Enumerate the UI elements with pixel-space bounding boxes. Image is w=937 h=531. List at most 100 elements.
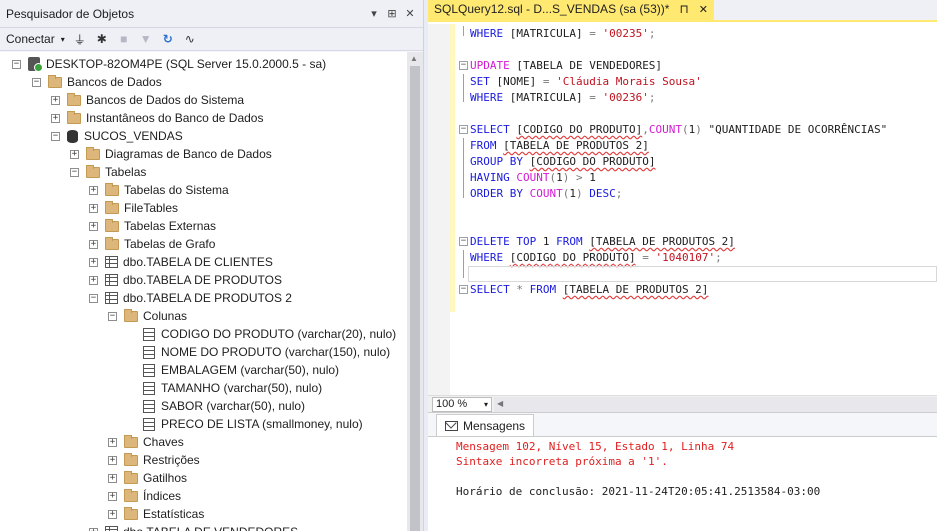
expand-icon[interactable]: + xyxy=(89,239,98,249)
expand-icon[interactable]: + xyxy=(70,149,79,159)
expand-icon[interactable]: + xyxy=(108,437,117,447)
tree-node[interactable]: SABOR (varchar(50), nulo) xyxy=(127,397,305,415)
tree-node[interactable]: + Índices xyxy=(108,487,181,505)
tree-node[interactable]: + dbo.TABELA DE CLIENTES xyxy=(89,253,273,271)
collapse-icon[interactable]: − xyxy=(32,77,41,87)
chevron-down-icon: ▾ xyxy=(60,34,65,44)
code-editor-area[interactable]: WHERE [MATRICULA] = '00235'; UPDATE [TABE… xyxy=(428,24,937,395)
pin-tab-icon[interactable]: ⊓ xyxy=(679,2,688,16)
expand-icon[interactable]: + xyxy=(108,455,117,465)
tree-node[interactable]: − Colunas xyxy=(108,307,187,325)
code-line: WHERE [MATRICULA] = '00235'; xyxy=(470,26,655,42)
editor-horizontal-scrollbar[interactable]: ◀ xyxy=(494,396,937,412)
scrollbar-thumb[interactable] xyxy=(410,66,420,531)
tree-node-label: SABOR (varchar(50), nulo) xyxy=(161,399,306,413)
collapse-icon[interactable]: − xyxy=(70,167,79,177)
code-token: 1 xyxy=(542,235,557,248)
collapse-icon[interactable]: − xyxy=(89,293,98,303)
code-token: DELETE xyxy=(470,235,517,248)
tree-node[interactable]: + Tabelas do Sistema xyxy=(89,181,229,199)
connect-plug-icon[interactable]: ⏚ xyxy=(73,32,87,47)
connect-button[interactable]: Conectar ▾ xyxy=(6,32,65,46)
tree-node[interactable]: + FileTables xyxy=(89,199,178,217)
tree-node-label: dbo.TABELA DE VENDEDORES xyxy=(123,525,298,531)
code-token: GROUP BY xyxy=(470,155,530,168)
scroll-left-arrow-icon[interactable]: ◀ xyxy=(497,399,503,408)
code-token: '00235' xyxy=(602,27,649,40)
tree-node[interactable]: + Diagramas de Banco de Dados xyxy=(70,145,272,163)
collapse-block-icon[interactable]: − xyxy=(459,285,468,294)
tree-node[interactable]: − DESKTOP-82OM4PE (SQL Server 15.0.2000.5… xyxy=(12,55,326,73)
activity-monitor-icon[interactable]: ∿ xyxy=(183,32,197,46)
folder-icon xyxy=(105,236,119,250)
expand-icon[interactable]: + xyxy=(89,203,98,213)
expand-icon[interactable]: + xyxy=(89,257,98,267)
close-tab-icon[interactable]: ✕ xyxy=(699,3,708,16)
expand-icon[interactable]: + xyxy=(51,95,60,105)
code-token: TOP xyxy=(516,235,543,248)
tree-node[interactable]: NOME DO PRODUTO (varchar(150), nulo) xyxy=(127,343,390,361)
code-token: UPDATE xyxy=(470,59,517,72)
tree-node[interactable]: EMBALAGEM (varchar(50), nulo) xyxy=(127,361,339,379)
tree-node[interactable]: + dbo.TABELA DE PRODUTOS xyxy=(89,271,282,289)
tree-node[interactable]: + Bancos de Dados do Sistema xyxy=(51,91,244,109)
tree-node[interactable]: + Instantâneos do Banco de Dados xyxy=(51,109,263,127)
expand-icon[interactable]: + xyxy=(89,185,98,195)
tree-node[interactable]: CODIGO DO PRODUTO (varchar(20), nulo) xyxy=(127,325,396,343)
zoom-dropdown[interactable]: 100 % ▾ xyxy=(432,396,492,412)
tree-node-label: Tabelas do Sistema xyxy=(124,183,229,197)
table-icon xyxy=(105,292,118,304)
scroll-up-arrow-icon[interactable]: ▲ xyxy=(410,54,418,63)
tree-node[interactable]: + Estatísticas xyxy=(108,505,204,523)
tree-node[interactable]: + Tabelas de Grafo xyxy=(89,235,215,253)
collapse-block-icon[interactable]: − xyxy=(459,61,468,70)
expand-icon[interactable]: + xyxy=(89,527,98,531)
tree-node[interactable]: + Restrições xyxy=(108,451,200,469)
collapse-icon[interactable]: − xyxy=(51,131,60,141)
code-token: SELECT xyxy=(470,283,517,296)
filter-icon[interactable]: ▼ xyxy=(139,32,153,46)
code-line: ORDER BY COUNT(1) DESC; xyxy=(470,186,622,202)
expand-icon[interactable]: + xyxy=(108,509,117,519)
expand-icon[interactable]: + xyxy=(51,113,60,123)
tree-node[interactable]: TAMANHO (varchar(50), nulo) xyxy=(127,379,322,397)
collapse-block-icon[interactable]: − xyxy=(459,237,468,246)
collapse-icon[interactable]: − xyxy=(108,311,117,321)
tab-sqlquery12[interactable]: SQLQuery12.sql - D...S_VENDAS (sa (53))*… xyxy=(428,0,715,20)
tree-node-label: DESKTOP-82OM4PE (SQL Server 15.0.2000.5 … xyxy=(46,57,327,71)
tree-node[interactable]: + Gatilhos xyxy=(108,469,187,487)
folder-icon xyxy=(124,506,138,520)
tree-node[interactable]: − Bancos de Dados xyxy=(32,73,162,91)
expand-icon[interactable]: + xyxy=(89,275,98,285)
collapse-icon[interactable]: − xyxy=(12,59,21,69)
tree-node[interactable]: − Tabelas xyxy=(70,163,146,181)
tree-vertical-scrollbar[interactable]: ▲ xyxy=(407,52,423,531)
results-pane: Mensagens Mensagem 102, Nível 15, Estado… xyxy=(428,412,937,531)
expand-icon[interactable]: + xyxy=(89,221,98,231)
column-icon xyxy=(143,345,155,359)
code-line: UPDATE [TABELA DE VENDEDORES] xyxy=(470,58,662,74)
code-token: 'Cláudia Morais Sousa' xyxy=(556,75,702,88)
disconnect-icon[interactable]: ✱ xyxy=(95,32,109,46)
close-icon[interactable]: ✕ xyxy=(401,7,419,20)
tree-node[interactable]: − SUCOS_VENDAS xyxy=(51,127,183,145)
code-token: COUNT xyxy=(516,171,550,184)
refresh-icon[interactable]: ↻ xyxy=(161,32,175,46)
tab-messages[interactable]: Mensagens xyxy=(436,414,535,436)
pin-icon[interactable]: ⊞ xyxy=(383,7,401,20)
tree-node[interactable]: + Tabelas Externas xyxy=(89,217,216,235)
code-token: [CODIGO DO PRODUTO] xyxy=(529,155,656,168)
expand-icon[interactable]: + xyxy=(108,491,117,501)
code-token: [CODIGO DO PRODUTO] xyxy=(509,251,636,264)
collapse-block-icon[interactable]: − xyxy=(459,125,468,134)
tree-node[interactable]: PRECO DE LISTA (smallmoney, nulo) xyxy=(127,415,363,433)
tree-node[interactable]: + Chaves xyxy=(108,433,184,451)
tree-node[interactable]: − dbo.TABELA DE PRODUTOS 2 xyxy=(89,289,292,307)
window-position-dropdown-icon[interactable]: ▾ xyxy=(365,7,383,20)
expand-icon[interactable]: + xyxy=(108,473,117,483)
code-token: > xyxy=(575,171,590,184)
stop-icon[interactable]: ■ xyxy=(117,32,131,46)
column-icon xyxy=(143,399,155,413)
tree-node[interactable]: + dbo.TABELA DE VENDEDORES xyxy=(89,523,298,531)
